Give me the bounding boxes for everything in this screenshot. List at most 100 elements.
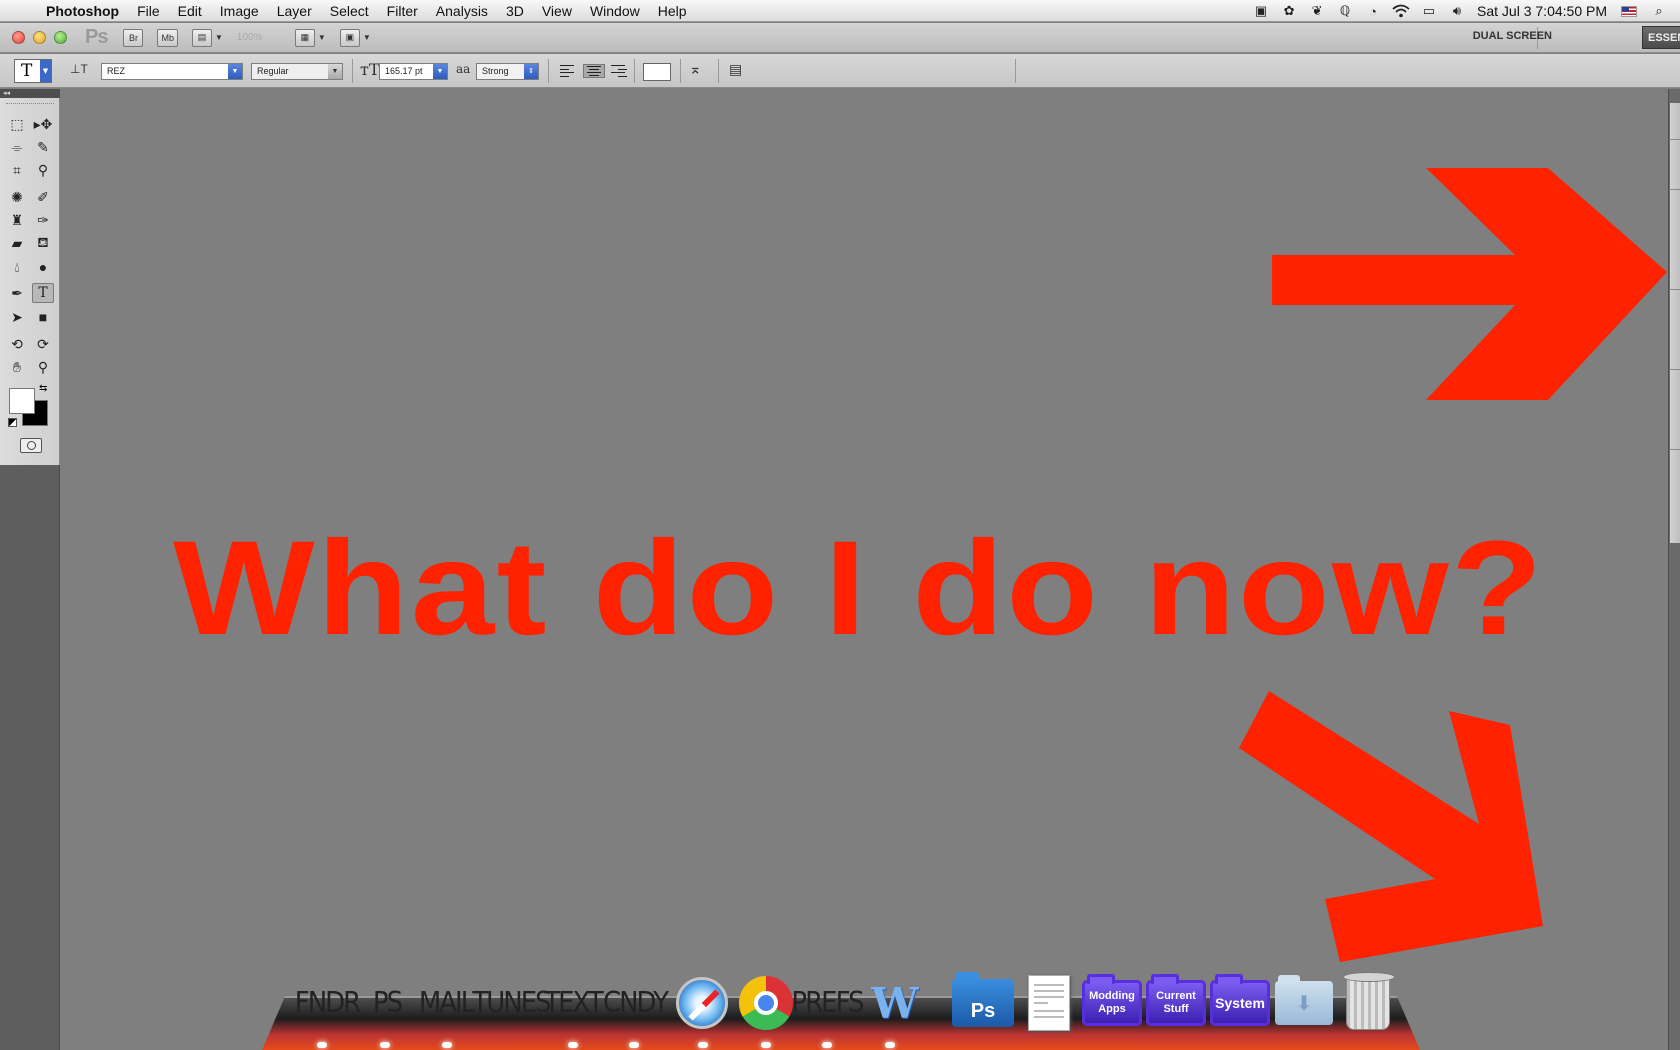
dock-item-downloads[interactable]: ⬇ bbox=[1272, 968, 1336, 1038]
spotlight-icon[interactable]: ⌕ bbox=[1648, 3, 1670, 19]
3d-orbit-tool-icon[interactable]: ⟳ bbox=[32, 334, 54, 354]
dock-item-current-stuff[interactable]: Current Stuff bbox=[1144, 968, 1208, 1038]
tool-preset-picker[interactable]: T ▼ bbox=[14, 59, 52, 83]
menu-image[interactable]: Image bbox=[211, 3, 268, 19]
quick-mask-button[interactable] bbox=[20, 438, 42, 453]
menu-app-name[interactable]: Photoshop bbox=[40, 3, 128, 19]
zoom-level[interactable]: 100% bbox=[237, 32, 281, 43]
default-colors-icon[interactable] bbox=[8, 418, 17, 427]
dock-item-safari[interactable] bbox=[672, 968, 732, 1038]
arrange-documents-button[interactable]: ▦ bbox=[294, 28, 315, 47]
dock-item-system[interactable]: System bbox=[1208, 968, 1272, 1038]
chevron-down-icon[interactable]: ▼ bbox=[215, 33, 223, 42]
menu-analysis[interactable]: Analysis bbox=[427, 3, 497, 19]
dock-item-word[interactable]: W bbox=[860, 968, 924, 1038]
zoom-tool-icon[interactable]: ⚲ bbox=[32, 357, 54, 377]
collapsed-panels[interactable] bbox=[1670, 103, 1680, 543]
launch-bridge-button[interactable]: Br bbox=[123, 28, 144, 47]
move-tool-icon[interactable]: ▸✥ bbox=[32, 114, 54, 134]
volume-icon[interactable]: 🔊︎ bbox=[1446, 3, 1468, 19]
menu-layer[interactable]: Layer bbox=[268, 3, 321, 19]
menu-edit[interactable]: Edit bbox=[169, 3, 211, 19]
eyedropper-tool-icon[interactable]: ⚲ bbox=[32, 160, 54, 180]
chevron-down-icon[interactable]: ▼ bbox=[228, 64, 242, 79]
minimize-button[interactable] bbox=[33, 31, 46, 44]
wifi-icon[interactable] bbox=[1390, 3, 1412, 19]
dock-item-trash[interactable] bbox=[1336, 968, 1400, 1038]
dock-item-cndy[interactable]: CNDY bbox=[603, 968, 669, 1038]
dock-item-chrome[interactable] bbox=[736, 968, 796, 1038]
panel-grip[interactable] bbox=[6, 103, 54, 106]
launch-mini-bridge-button[interactable]: Mb bbox=[157, 28, 178, 47]
screen-mode-button[interactable]: ▣ bbox=[339, 28, 360, 47]
path-selection-tool-icon[interactable]: ➤ bbox=[6, 307, 28, 327]
dock-item-text[interactable]: TEXT bbox=[544, 968, 604, 1038]
quick-selection-tool-icon[interactable]: ✎ bbox=[32, 137, 54, 157]
menu-3d[interactable]: 3D bbox=[497, 3, 533, 19]
font-size-select[interactable]: 165.17 pt ▼ bbox=[379, 63, 448, 80]
chevron-down-icon[interactable]: ▼ bbox=[318, 33, 326, 42]
align-left-button[interactable] bbox=[560, 64, 576, 78]
warp-text-icon[interactable]: ⌅ bbox=[689, 60, 702, 78]
time-machine-icon[interactable]: ◔ bbox=[1362, 3, 1384, 19]
dock-item-tunes[interactable]: TUNES bbox=[472, 968, 551, 1038]
type-tool-icon[interactable]: T bbox=[32, 283, 54, 303]
menu-view[interactable]: View bbox=[533, 3, 581, 19]
paw-icon[interactable]: ❦ bbox=[1306, 3, 1328, 19]
font-style-select[interactable]: Regular ▼ bbox=[251, 63, 343, 80]
menu-file[interactable]: File bbox=[128, 3, 169, 19]
rectangle-tool-icon[interactable]: ■ bbox=[32, 307, 54, 327]
character-panel-icon[interactable]: ▤ bbox=[729, 61, 742, 78]
chevron-updown-icon[interactable]: ⇕ bbox=[524, 64, 538, 79]
input-source-flag-icon[interactable] bbox=[1621, 5, 1637, 17]
workspace-essentials[interactable]: ESSENTIALS bbox=[1642, 26, 1680, 49]
font-family-select[interactable]: REZ ▼ bbox=[101, 63, 243, 80]
pen-tool-icon[interactable]: ✒ bbox=[6, 283, 28, 303]
display-icon[interactable]: ▭ bbox=[1418, 3, 1440, 19]
view-extras-button[interactable]: ▤ bbox=[191, 28, 212, 47]
dock-item-modding-apps[interactable]: Modding Apps bbox=[1080, 968, 1144, 1038]
eraser-tool-icon[interactable]: ▰ bbox=[6, 233, 28, 253]
dock-item-photoshop-folder[interactable]: Ps bbox=[950, 968, 1016, 1038]
menubar-clock[interactable]: Sat Jul 3 7:04:50 PM bbox=[1471, 3, 1613, 19]
hand-tool-icon[interactable]: ✋︎ bbox=[6, 357, 28, 377]
dock-item-mail[interactable]: MAIL bbox=[418, 968, 475, 1038]
chevron-down-icon[interactable]: ▼ bbox=[433, 64, 447, 79]
blur-tool-icon[interactable]: 💧︎ bbox=[6, 257, 28, 277]
terminal-icon[interactable]: ▣ bbox=[1250, 3, 1272, 19]
lasso-tool-icon[interactable]: ⌯ bbox=[6, 137, 28, 157]
align-right-button[interactable] bbox=[611, 64, 627, 78]
brush-tool-icon[interactable]: ✐ bbox=[32, 187, 54, 207]
dock-item-fndr[interactable]: FNDR bbox=[294, 968, 361, 1038]
dock-item-document[interactable] bbox=[1022, 968, 1076, 1038]
quicksilver-icon[interactable]: ℚ bbox=[1334, 3, 1356, 19]
growl-paw-icon[interactable]: ✿ bbox=[1278, 3, 1300, 19]
dodge-tool-icon[interactable]: ● bbox=[32, 257, 54, 277]
document-canvas[interactable]: What do I do now? bbox=[61, 89, 1668, 1050]
dock-item-prefs[interactable]: PREFS bbox=[791, 968, 864, 1038]
swap-colors-icon[interactable]: ⇆ bbox=[39, 383, 47, 394]
menu-window[interactable]: Window bbox=[581, 3, 649, 19]
3d-rotate-tool-icon[interactable]: ⟲ bbox=[6, 334, 28, 354]
foreground-color-swatch[interactable] bbox=[9, 388, 35, 414]
workspace-dual-screen[interactable]: DUAL SCREEN bbox=[1473, 30, 1552, 42]
menu-filter[interactable]: Filter bbox=[378, 3, 427, 19]
close-button[interactable] bbox=[12, 31, 25, 44]
headline-text[interactable]: What do I do now? bbox=[173, 519, 1543, 659]
chevron-down-icon[interactable]: ▼ bbox=[363, 33, 371, 42]
chevron-down-icon[interactable]: ▼ bbox=[40, 60, 51, 82]
text-orientation-icon[interactable]: ⊥T bbox=[70, 62, 88, 76]
zoom-button[interactable] bbox=[54, 31, 67, 44]
align-center-button[interactable] bbox=[583, 64, 605, 78]
collapse-panel-icon[interactable]: ◂◂ bbox=[0, 89, 60, 98]
antialias-select[interactable]: Strong ⇕ bbox=[476, 63, 539, 80]
dock-item-ps[interactable]: PS bbox=[364, 968, 410, 1038]
paint-bucket-tool-icon[interactable]: ⛾ bbox=[32, 233, 54, 253]
crop-tool-icon[interactable]: ⌗ bbox=[6, 160, 28, 180]
history-brush-tool-icon[interactable]: ✑ bbox=[32, 210, 54, 230]
marquee-tool-icon[interactable]: ⬚ bbox=[6, 114, 28, 134]
menu-select[interactable]: Select bbox=[321, 3, 378, 19]
chevron-down-icon[interactable]: ▼ bbox=[328, 64, 342, 79]
menu-help[interactable]: Help bbox=[649, 3, 696, 19]
spot-healing-tool-icon[interactable]: ✺ bbox=[6, 187, 28, 207]
